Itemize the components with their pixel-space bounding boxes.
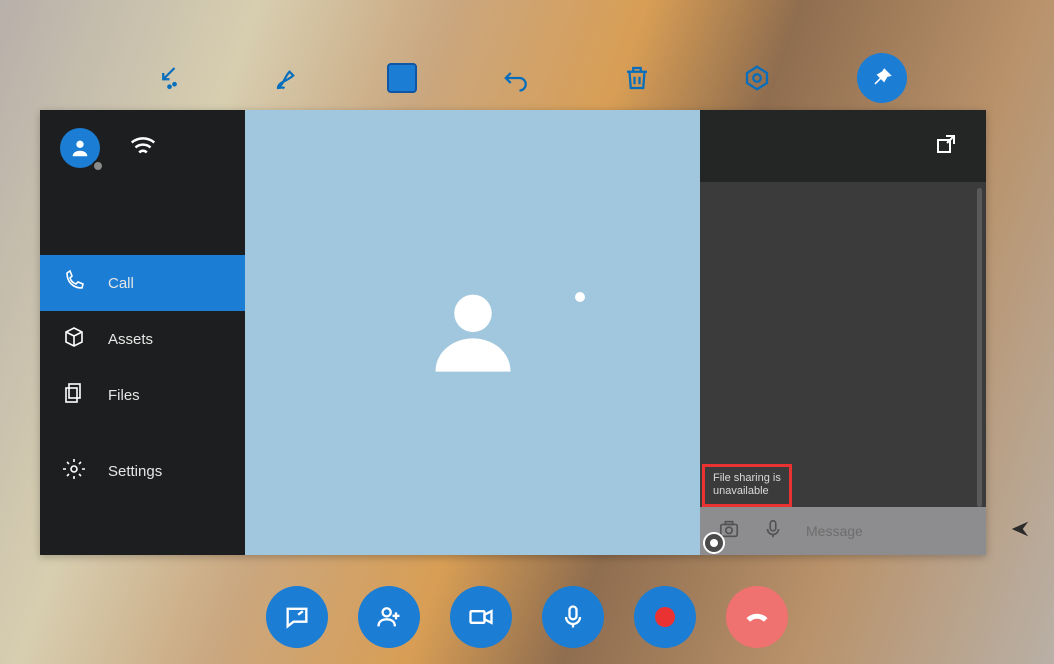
microphone-icon[interactable] [762, 518, 784, 545]
cube-icon [62, 325, 86, 353]
sidebar-item-label: Files [108, 387, 140, 404]
sidebar-item-label: Call [108, 275, 134, 292]
pin-button[interactable] [857, 53, 907, 103]
sidebar: Call Assets Files Settings [40, 110, 245, 555]
phone-icon [62, 269, 86, 297]
chat-input-row [700, 507, 986, 555]
sidebar-item-assets[interactable]: Assets [40, 311, 245, 367]
sidebar-item-label: Settings [108, 463, 162, 480]
cursor-dot [575, 292, 585, 302]
trash-icon[interactable] [617, 58, 657, 98]
connection-icon[interactable] [128, 130, 158, 165]
sidebar-item-label: Assets [108, 331, 153, 348]
shape-tool-icon[interactable] [387, 63, 417, 93]
sidebar-item-settings[interactable]: Settings [40, 443, 245, 499]
annotation-toolbar [0, 48, 1054, 108]
sidebar-item-files[interactable]: Files [40, 367, 245, 423]
tooltip-line: File sharing is [713, 472, 781, 486]
user-avatar[interactable] [60, 128, 100, 168]
chat-scrollbar[interactable] [977, 188, 982, 507]
popout-icon[interactable] [934, 132, 958, 161]
video-toggle-button[interactable] [450, 586, 512, 648]
send-icon[interactable] [1009, 518, 1031, 545]
add-participant-button[interactable] [358, 586, 420, 648]
target-icon[interactable] [737, 58, 777, 98]
sidebar-header [40, 110, 245, 185]
remote-user-placeholder-icon [423, 280, 523, 385]
chat-pane: File sharing is unavailable [700, 110, 986, 555]
tooltip-line: unavailable [713, 485, 781, 499]
chat-body: File sharing is unavailable [700, 182, 986, 555]
app-panel: Call Assets Files Settings [40, 110, 986, 555]
files-icon [62, 381, 86, 409]
arrow-tool-icon[interactable] [147, 58, 187, 98]
hangup-button[interactable] [726, 586, 788, 648]
chat-button[interactable] [266, 586, 328, 648]
presence-indicator [92, 160, 104, 172]
pen-tool-icon[interactable] [267, 58, 307, 98]
video-pane [245, 110, 700, 555]
chat-header [700, 110, 986, 182]
sidebar-item-call[interactable]: Call [40, 255, 245, 311]
message-input[interactable] [806, 523, 987, 539]
undo-icon[interactable] [497, 58, 537, 98]
call-control-bar [0, 582, 1054, 652]
record-button[interactable] [634, 586, 696, 648]
gear-icon [62, 457, 86, 485]
record-indicator-icon [703, 532, 725, 554]
file-sharing-tooltip: File sharing is unavailable [702, 464, 792, 508]
mute-button[interactable] [542, 586, 604, 648]
sidebar-nav: Call Assets Files Settings [40, 255, 245, 499]
